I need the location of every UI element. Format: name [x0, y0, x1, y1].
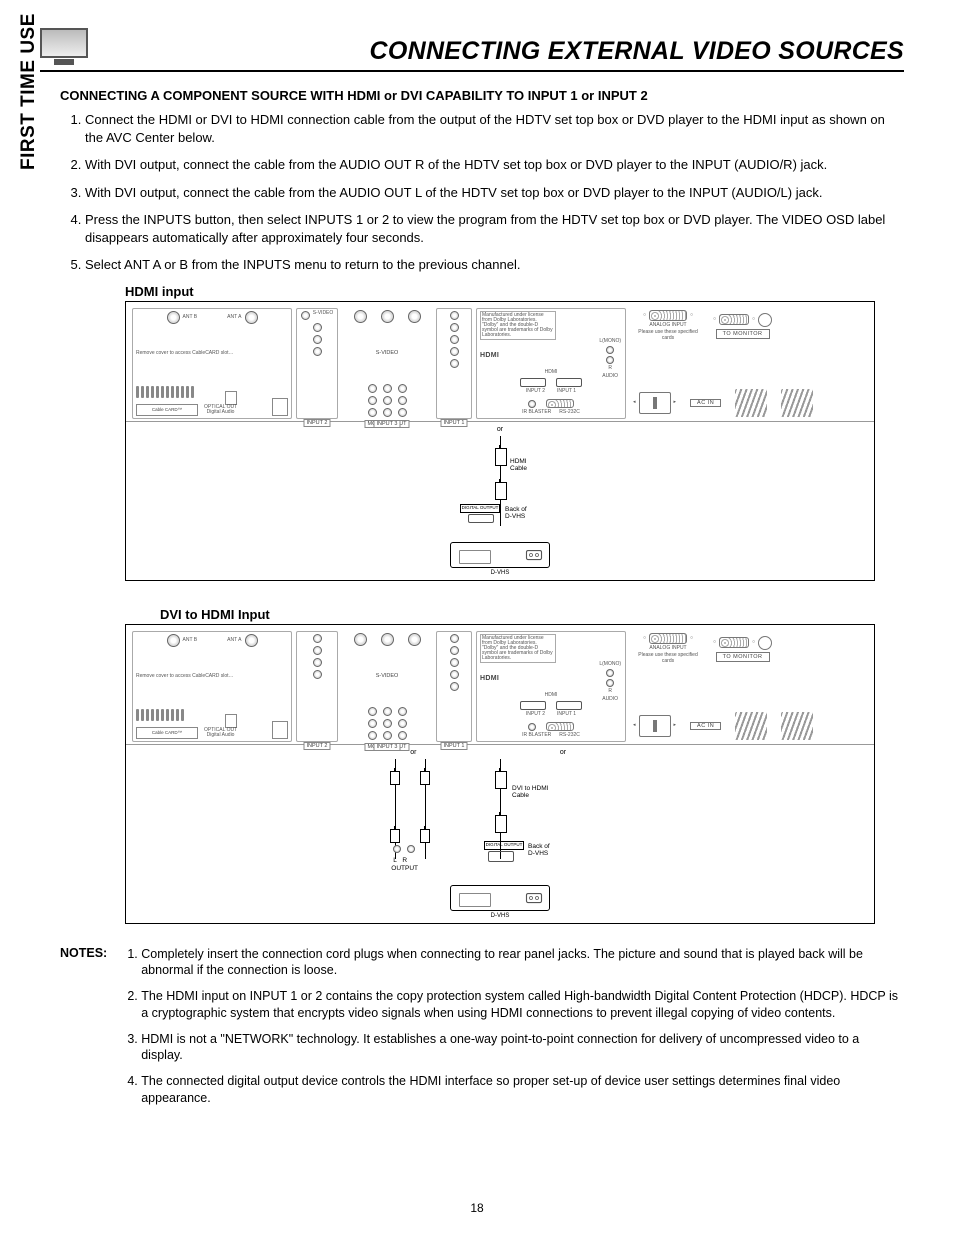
antb-label: ANT B [183, 315, 198, 321]
output-l-jack [393, 845, 401, 853]
optical-jack [225, 391, 237, 405]
notes-list: Completely insert the connection cord pl… [119, 946, 904, 1116]
acin-label: AC IN [690, 399, 721, 407]
output-r-jack [407, 845, 415, 853]
page: FIRST TIME USE CONNECTING EXTERNAL VIDEO… [0, 0, 954, 1235]
cassette-icon [525, 889, 543, 907]
note-1: Completely insert the connection cord pl… [141, 946, 904, 979]
svideo-in4 [381, 310, 394, 323]
to-monitor-port [719, 314, 749, 325]
hdmi-port-2 [520, 378, 546, 387]
step-2: With DVI output, connect the cable from … [85, 156, 904, 174]
irblaster-jack [528, 400, 536, 408]
analog-input-label: ANALOG INPUT [649, 323, 686, 329]
anta-jack [245, 311, 258, 324]
step-1: Connect the HDMI or DVI to HDMI connecti… [85, 111, 904, 146]
hdmi-connector-icon-2 [495, 482, 507, 500]
l-label: L [393, 857, 397, 864]
diagram-a-subhead: HDMI input [125, 284, 904, 299]
dolby-text: Manufactured under license from Dolby La… [480, 311, 556, 340]
dvhs-label-b: D-VHS [491, 913, 510, 919]
dvi-cable-label: DVI to HDMI Cable [512, 785, 548, 799]
analog-input-port [649, 310, 687, 321]
output-label: OUTPUT [391, 865, 418, 872]
vents [735, 389, 767, 417]
r-label: R [402, 857, 407, 864]
dvhs-hdmi-out [468, 514, 494, 523]
note-4: The connected digital output device cont… [141, 1073, 904, 1106]
reset-box [272, 398, 288, 416]
cablecard-slot: Cable CARD™ [136, 404, 198, 416]
to-monitor-label: TO MONITOR [716, 329, 770, 339]
dvhs-device-a: D-VHS [450, 542, 550, 568]
power-switch [639, 392, 671, 414]
anta-label: ANT A [227, 315, 241, 321]
to-monitor-round [758, 313, 772, 327]
diagram-a-lower: or HDMI Cable DIGITAL OUTPUT Back of D-V… [126, 422, 874, 580]
dvhs-label-a: D-VHS [491, 570, 510, 576]
hdmi-connector-icon [495, 448, 507, 466]
page-header: CONNECTING EXTERNAL VIDEO SOURCES [40, 28, 904, 72]
notes-label: NOTES: [60, 946, 107, 1116]
step-3: With DVI output, connect the cable from … [85, 184, 904, 202]
step-4: Press the INPUTS button, then select INP… [85, 211, 904, 246]
steps-list: Connect the HDMI or DVI to HDMI connecti… [60, 111, 904, 274]
in2-svideo [301, 311, 310, 320]
dvhs-device-b: D-VHS [450, 885, 550, 911]
tv-icon [40, 28, 88, 66]
vents2 [781, 389, 813, 417]
or-label-b2: or [560, 749, 566, 756]
diagram-a: ANT B ANT A Remove cover to access Cable… [125, 301, 875, 581]
rs232-port [546, 399, 574, 408]
svideo-mon [354, 310, 367, 323]
page-number: 18 [470, 1201, 483, 1215]
digital-output-port-b: DIGITAL OUTPUT [484, 841, 524, 850]
or-label-b1: or [410, 749, 416, 756]
cassette-icon [525, 546, 543, 564]
hdmi-cable-label: HDMI Cable [510, 458, 527, 472]
back-panel-b: ANT B ANT A Remove cover to access Cable… [126, 625, 874, 745]
diagram-b-lower: or or DVI to HDMI Cable L R OUTPUT DIGIT… [126, 745, 874, 923]
note-2: The HDMI input on INPUT 1 or 2 contains … [141, 988, 904, 1021]
optical-label: OPTICAL OUT Digital Audio [204, 405, 237, 416]
section-heading: CONNECTING A COMPONENT SOURCE WITH HDMI … [60, 88, 904, 103]
antb-jack [167, 311, 180, 324]
digital-output-port: DIGITAL OUTPUT [460, 504, 500, 513]
back-panel-a: ANT B ANT A Remove cover to access Cable… [126, 302, 874, 422]
notes-block: NOTES: Completely insert the connection … [60, 946, 904, 1116]
page-title: CONNECTING EXTERNAL VIDEO SOURCES [370, 37, 905, 66]
side-tab: FIRST TIME USE [18, 13, 40, 170]
note-3: HDMI is not a "NETWORK" technology. It e… [141, 1031, 904, 1064]
or-label-a: or [497, 426, 503, 433]
diagram-b: ANT B ANT A Remove cover to access Cable… [125, 624, 875, 924]
svideo-in3 [408, 310, 421, 323]
rs232-label: RS-232C [559, 410, 580, 416]
backof-label-b: Back of D-VHS [528, 843, 550, 857]
hdmi-port-1 [556, 378, 582, 387]
backof-label-a: Back of D-VHS [505, 506, 527, 520]
step-5: Select ANT A or B from the INPUTS menu t… [85, 256, 904, 274]
irblaster-label: IR BLASTER [522, 410, 551, 416]
dvi-port-icon [488, 851, 514, 862]
diagram-b-subhead: DVI to HDMI Input [160, 607, 904, 622]
